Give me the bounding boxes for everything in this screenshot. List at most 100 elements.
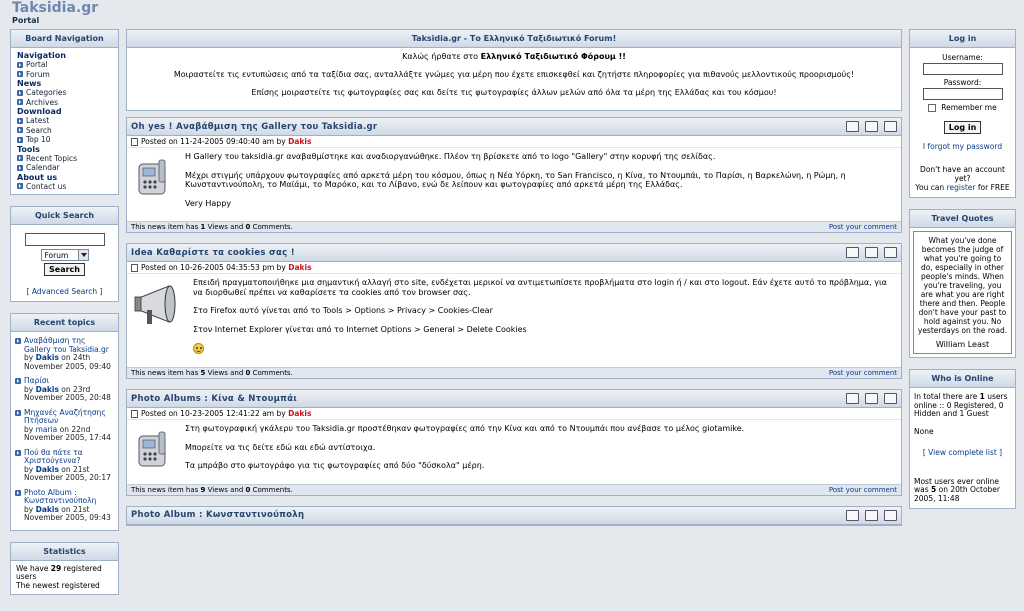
- news-item-header: Oh yes ! Αναβάθμιση της Gallery του Taks…: [127, 118, 901, 136]
- news-item-author[interactable]: Dakis: [288, 136, 311, 148]
- comments-count: 0: [245, 223, 251, 231]
- arrow-right-icon: [15, 338, 21, 344]
- arrow-right-icon: [17, 61, 23, 68]
- stats-text: Views and: [207, 485, 244, 494]
- news-item-actions: [846, 247, 897, 258]
- news-item-text: Η Gallery του taksidia.gr αναβαθμίστηκε …: [185, 152, 895, 217]
- recent-topics-box: Recent topics Αναβάθμιση της Gallery του…: [10, 313, 119, 531]
- nav-group-heading: Tools: [17, 144, 40, 154]
- news-item-title[interactable]: Idea Καθαρίστε τα cookies σας !: [131, 248, 295, 258]
- email-icon[interactable]: [884, 393, 897, 404]
- nav-link[interactable]: Calendar: [17, 163, 113, 173]
- nav-link[interactable]: Forum: [17, 70, 113, 80]
- register-text: for FREE: [977, 183, 1010, 192]
- comments-count: 0: [245, 485, 251, 494]
- recent-topics-title: Recent topics: [11, 314, 118, 332]
- post-comment-link[interactable]: Post your comment: [829, 222, 897, 232]
- quick-search-input[interactable]: [24, 233, 105, 246]
- nav-link-label: Forum: [26, 69, 50, 79]
- advanced-search-link[interactable]: Advanced Search: [32, 287, 97, 296]
- smiley-icon: [193, 343, 204, 354]
- print-icon[interactable]: [865, 509, 878, 521]
- email-icon[interactable]: [884, 247, 897, 258]
- recent-topic-date: November 2005, 17:44: [24, 433, 111, 442]
- password-input[interactable]: [922, 88, 1003, 100]
- arrow-right-icon: [17, 99, 23, 106]
- edit-icon[interactable]: [846, 247, 859, 258]
- site-title[interactable]: Taksidia.gr: [12, 0, 98, 16]
- email-icon[interactable]: [884, 509, 897, 521]
- stats-text: Comments.: [252, 485, 293, 494]
- news-item-actions: [846, 121, 897, 132]
- news-item-body: Η Gallery του taksidia.gr αναβαθμίστηκε …: [127, 148, 901, 221]
- post-icon: [131, 263, 138, 272]
- news-item-title[interactable]: Oh yes ! Αναβάθμιση της Gallery του Taks…: [131, 122, 377, 132]
- news-item-meta: Posted on 11-24-2005 09:40:40 am by Daki…: [127, 136, 901, 148]
- phone-icon: [133, 428, 175, 470]
- nav-link[interactable]: Archives: [17, 98, 113, 108]
- post-comment-link[interactable]: Post your comment: [829, 485, 897, 495]
- print-icon[interactable]: [865, 393, 878, 404]
- news-item-body: Στη φωτογραφική γκάλερυ του Taksidia.gr …: [127, 420, 901, 484]
- news-item-author[interactable]: Dakis: [288, 262, 311, 274]
- recent-topic-link[interactable]: Photo Album : Κωνσταντινούπολη: [24, 488, 96, 506]
- news-item-paragraph: Στη φωτογραφική γκάλερυ του Taksidia.gr …: [185, 424, 745, 433]
- chevron-down-icon[interactable]: [77, 250, 88, 260]
- edit-icon[interactable]: [846, 393, 859, 404]
- news-item-posted: Posted on 10-23-2005 12:41:22 am by: [141, 408, 286, 418]
- nav-link[interactable]: Search: [17, 126, 113, 136]
- travel-quotes-title: Travel Quotes: [910, 210, 1015, 228]
- newest-member-line: The newest registered: [16, 580, 100, 590]
- recent-topic-link[interactable]: Πού θα πάτε τα Χριστούγεννα?: [24, 448, 83, 466]
- recent-topic-item: Photo Album : Κωνσταντινούπολη by Dakis o…: [15, 488, 114, 523]
- nav-link-label: Top 10: [26, 135, 51, 144]
- arrow-right-icon: [17, 127, 23, 134]
- news-item-paragraph: Στον Internet Explorer γίνεται από το In…: [193, 324, 527, 334]
- remember-me-checkbox[interactable]: [928, 104, 937, 112]
- stats-text: This news item has: [131, 369, 199, 377]
- nav-link-label: Contact us: [26, 181, 67, 191]
- recent-topic-link[interactable]: Μηχανές Αναζήτησης Πτήσεων: [24, 408, 106, 426]
- username-input[interactable]: [922, 63, 1003, 75]
- register-link[interactable]: register: [947, 183, 976, 192]
- forgot-password-link[interactable]: I forgot my password: [923, 142, 1002, 151]
- login-button[interactable]: Log in: [943, 121, 982, 134]
- recent-topic-item: Παρίσι by Dakis on 23rd November 2005, 20:…: [15, 376, 114, 403]
- news-item-title[interactable]: Photo Albums : Κίνα & Ντουμπάι: [131, 394, 297, 404]
- post-comment-link[interactable]: Post your comment: [829, 368, 897, 378]
- news-item-title[interactable]: Photo Album : Κωνσταντινούπολη: [131, 510, 304, 520]
- views-count: 5: [200, 369, 206, 377]
- nav-link[interactable]: Portal: [17, 60, 113, 70]
- recent-topic-link[interactable]: Αναβάθμιση της Gallery του Taksidia.gr: [24, 336, 109, 354]
- news-item-footer: This news item has 9 Views and 0 Comment…: [127, 483, 901, 495]
- nav-link[interactable]: Latest: [17, 116, 113, 126]
- statistics-box: Statistics We have 29 registered users T…: [10, 541, 119, 595]
- who-is-online-box: Who is Online In total there are 1 users…: [909, 369, 1016, 509]
- nav-link-label: Archives: [26, 97, 58, 107]
- arrow-right-icon: [17, 117, 23, 124]
- email-icon[interactable]: [884, 121, 897, 132]
- search-scope-select[interactable]: Forum: [40, 249, 89, 261]
- news-item-author[interactable]: Dakis: [288, 408, 311, 420]
- nav-link-label: Search: [26, 125, 52, 135]
- search-button[interactable]: Search: [44, 263, 85, 276]
- edit-icon[interactable]: [846, 121, 859, 132]
- news-item-posted: Posted on 11-24-2005 09:40:40 am by: [141, 136, 286, 146]
- board-navigation-list: Navigation Portal Forum News Categories Archi…: [11, 48, 118, 194]
- news-item-paragraph: Very Happy: [185, 198, 232, 208]
- news-item-actions: [846, 509, 897, 521]
- nav-link[interactable]: Contact us: [17, 182, 113, 192]
- nav-link[interactable]: Top 10: [17, 135, 113, 145]
- edit-icon[interactable]: [846, 509, 859, 521]
- advanced-search-link-wrap: [ Advanced Search ]: [26, 287, 103, 296]
- print-icon[interactable]: [865, 121, 878, 132]
- view-complete-list-link[interactable]: [ View complete list ]: [923, 448, 1002, 457]
- recent-topic-date: November 2005, 20:48: [24, 393, 111, 402]
- nav-link[interactable]: Recent Topics: [17, 154, 113, 164]
- online-users-none: None: [914, 426, 934, 436]
- news-item-paragraph: Η Gallery του taksidia.gr αναβαθμίστηκε …: [185, 152, 716, 161]
- nav-link[interactable]: Categories: [17, 88, 113, 98]
- print-icon[interactable]: [865, 247, 878, 258]
- recent-topic-text: Αναβάθμιση της Gallery του Taksidia.gr by…: [24, 336, 114, 371]
- stats-text: Comments.: [252, 223, 293, 231]
